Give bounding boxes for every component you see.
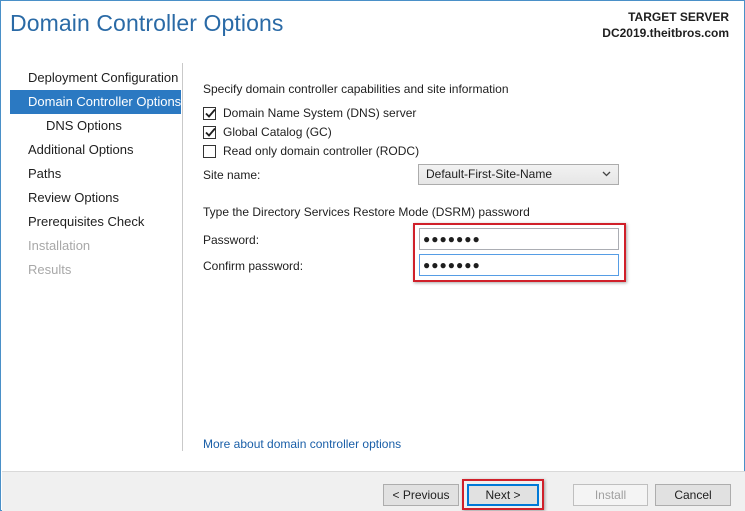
- nav-item-deployment-configuration[interactable]: Deployment Configuration: [10, 66, 181, 90]
- rodc-label: Read only domain controller (RODC): [223, 144, 420, 158]
- more-about-link[interactable]: More about domain controller options: [203, 437, 401, 451]
- capabilities-heading: Specify domain controller capabilities a…: [203, 82, 509, 96]
- checkmark-icon: [205, 127, 216, 137]
- nav-item-additional-options[interactable]: Additional Options: [10, 138, 181, 162]
- wizard-window: Domain Controller Options TARGET SERVER …: [0, 0, 745, 511]
- nav-item-paths[interactable]: Paths: [10, 162, 181, 186]
- checkmark-icon: [205, 108, 216, 118]
- rodc-option[interactable]: Read only domain controller (RODC): [203, 143, 419, 159]
- nav-item-review-options[interactable]: Review Options: [10, 186, 181, 210]
- target-server-info: TARGET SERVER DC2019.theitbros.com: [602, 9, 729, 41]
- site-name-value: Default-First-Site-Name: [426, 167, 553, 181]
- nav-item-installation: Installation: [28, 238, 91, 253]
- nav-item-domain-controller-options[interactable]: Domain Controller Options: [10, 90, 181, 114]
- next-highlight-box: [462, 479, 544, 510]
- global-catalog-label: Global Catalog (GC): [223, 125, 332, 139]
- password-highlight-box: [413, 223, 626, 282]
- dns-server-checkbox[interactable]: [203, 106, 216, 120]
- dns-server-option[interactable]: Domain Name System (DNS) server: [203, 105, 416, 121]
- password-label: Password:: [203, 233, 260, 247]
- chevron-down-icon: [602, 171, 611, 177]
- target-server-label: TARGET SERVER: [628, 10, 729, 24]
- nav-item-dns-options[interactable]: DNS Options: [10, 114, 181, 138]
- install-button: Install: [573, 484, 648, 506]
- global-catalog-checkbox[interactable]: [203, 125, 216, 139]
- nav-divider: [182, 63, 183, 451]
- cancel-button[interactable]: Cancel: [655, 484, 731, 506]
- nav-item-prerequisites-check[interactable]: Prerequisites Check: [10, 210, 181, 234]
- dns-server-label: Domain Name System (DNS) server: [223, 106, 417, 120]
- dsrm-heading: Type the Directory Services Restore Mode…: [203, 205, 530, 219]
- confirm-password-label: Confirm password:: [203, 259, 304, 273]
- site-name-select[interactable]: Default-First-Site-Name: [418, 164, 619, 185]
- global-catalog-option[interactable]: Global Catalog (GC): [203, 124, 332, 140]
- rodc-checkbox[interactable]: [203, 144, 216, 158]
- target-server-name: DC2019.theitbros.com: [602, 26, 729, 40]
- wizard-nav: Deployment Configuration Domain Controll…: [10, 66, 181, 282]
- previous-button[interactable]: < Previous: [383, 484, 459, 506]
- page-title: Domain Controller Options: [10, 10, 284, 36]
- site-name-label: Site name:: [203, 168, 261, 182]
- nav-item-results: Results: [28, 262, 72, 277]
